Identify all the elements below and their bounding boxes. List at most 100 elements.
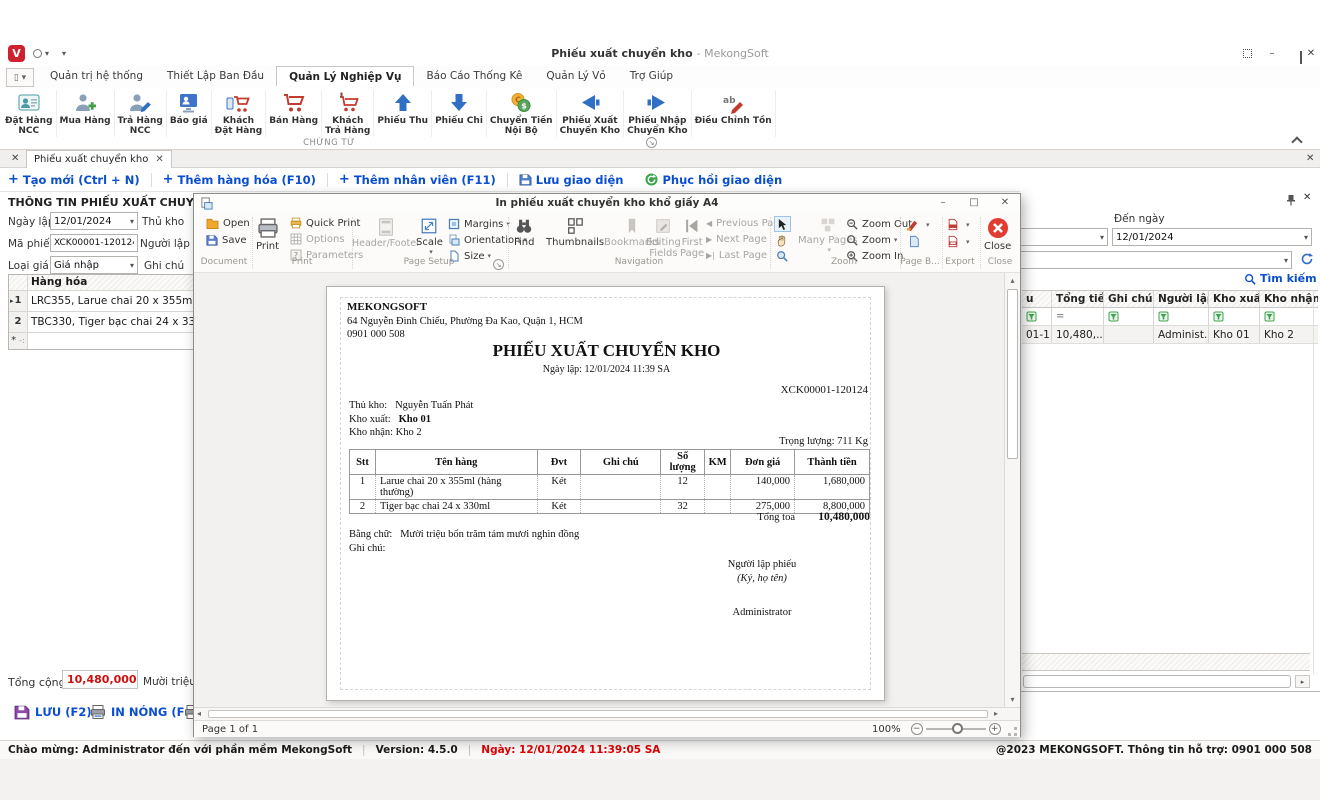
pin-icon[interactable] bbox=[1286, 194, 1296, 206]
den-ngay-combo[interactable]: 12/01/2024▾ bbox=[1112, 228, 1312, 246]
page-setup-launcher-icon[interactable]: ↘ bbox=[493, 259, 504, 270]
quick-access-dropdown-icon[interactable]: ▾ bbox=[45, 49, 49, 58]
scroll-up-icon[interactable]: ▴ bbox=[1005, 276, 1020, 285]
close-tab-icon[interactable]: ✕ bbox=[155, 154, 163, 165]
zoom-out-button[interactable]: Zoom Out bbox=[846, 218, 912, 230]
options-button[interactable]: Options bbox=[290, 233, 345, 245]
find-button[interactable]: Find bbox=[514, 217, 535, 248]
add-item-button[interactable]: +Thêm hàng hóa (F10) bbox=[163, 172, 316, 187]
results-grid-row[interactable]: 01-1... 10,480,... Administ... Kho 01 Kh… bbox=[1022, 326, 1318, 344]
vertical-scrollbar-thumb[interactable] bbox=[1007, 289, 1018, 459]
document-tab[interactable]: Phiếu xuất chuyển kho✕ bbox=[26, 150, 172, 168]
phieu-nhap-chuyen-kho-button[interactable]: Phiếu Nhập Chuyển Kho bbox=[624, 90, 692, 137]
app-menu-button[interactable]: ▯ ▾ bbox=[6, 68, 34, 87]
search-button[interactable]: Tìm kiếm bbox=[1244, 272, 1317, 285]
tab-tro-giup[interactable]: Trợ Giúp bbox=[618, 66, 685, 86]
tra-hang-ncc-button[interactable]: Trả Hàng NCC bbox=[115, 90, 167, 137]
zoom-slider-thumb[interactable] bbox=[952, 723, 963, 734]
phieu-xuat-chuyen-kho-button[interactable]: Phiếu Xuất Chuyển Kho bbox=[557, 90, 625, 137]
column-header[interactable]: Kho xuất bbox=[1209, 291, 1260, 307]
preview-vertical-scrollbar[interactable]: ▴ ▾ bbox=[1004, 273, 1020, 707]
bao-gia-button[interactable]: Báo giá bbox=[167, 90, 212, 137]
dat-hang-ncc-button[interactable]: Đặt Hàng NCC bbox=[2, 90, 57, 137]
tab-thiet-lap-ban-dau[interactable]: Thiết Lập Ban Đầu bbox=[155, 66, 276, 86]
last-page-button[interactable]: ▶| Last Page bbox=[706, 250, 767, 261]
minimize-button[interactable]: – bbox=[1261, 46, 1283, 62]
tab-quan-ly-nghiep-vu[interactable]: Quản Lý Nghiệp Vụ bbox=[276, 66, 414, 86]
collapse-ribbon-icon[interactable] bbox=[1291, 136, 1302, 147]
page-color-button[interactable] bbox=[908, 235, 924, 248]
refresh-icon[interactable] bbox=[1300, 252, 1314, 266]
hand-tool-button[interactable] bbox=[776, 234, 788, 247]
vertical-scrollbar-track[interactable] bbox=[1313, 290, 1320, 674]
khach-dat-hang-button[interactable]: Khách Đặt Hàng bbox=[212, 90, 267, 137]
dialog-title-bar[interactable]: In phiếu xuất chuyển kho khổ giấy A4 – □… bbox=[194, 194, 1020, 213]
zoom-in-icon[interactable]: + bbox=[989, 723, 1001, 735]
watermark-button[interactable]: ▾ bbox=[906, 218, 930, 231]
resize-grip[interactable] bbox=[1008, 727, 1017, 736]
column-header[interactable]: Người lập bbox=[1154, 291, 1209, 307]
export-document-button[interactable]: ▾ bbox=[947, 218, 970, 231]
ngay-lap-combo[interactable]: 12/01/2024▾ bbox=[50, 212, 138, 230]
close-all-tabs-icon[interactable]: ✕ bbox=[11, 150, 19, 168]
preview-horizontal-scrollbar[interactable]: ◂ ▸ bbox=[194, 707, 1020, 720]
dieu-chinh-ton-button[interactable]: ab Điều Chỉnh Tồn bbox=[692, 90, 776, 137]
column-header[interactable]: Tổng tiền bbox=[1052, 291, 1104, 307]
save-button[interactable]: LƯU (F2) bbox=[14, 704, 92, 720]
save-layout-button[interactable]: Lưu giao diện bbox=[519, 173, 624, 187]
zoom-out-icon[interactable]: − bbox=[911, 723, 923, 735]
ban-hang-button[interactable]: Bán Hàng bbox=[266, 90, 322, 137]
column-header[interactable]: Ghi chú bbox=[1104, 291, 1154, 307]
first-page-button[interactable]: First Page bbox=[680, 217, 704, 259]
save-button[interactable]: Save bbox=[206, 234, 247, 246]
print-button[interactable]: Print bbox=[256, 217, 279, 252]
dialog-close-button[interactable]: ✕ bbox=[993, 196, 1017, 211]
scroll-left-icon[interactable]: ◂ bbox=[197, 709, 201, 718]
add-employee-button[interactable]: +Thêm nhân viên (F11) bbox=[339, 172, 496, 187]
phieu-chi-button[interactable]: Phiếu Chi bbox=[432, 90, 487, 137]
scale-button[interactable]: Scale ▾ bbox=[416, 217, 443, 256]
magnifier-tool-button[interactable] bbox=[776, 250, 788, 262]
column-header[interactable]: Kho nhận bbox=[1260, 291, 1318, 307]
close-preview-button[interactable]: Close bbox=[984, 217, 1011, 252]
tab-bao-cao-thong-ke[interactable]: Báo Cáo Thống Kê bbox=[414, 66, 534, 86]
zoom-button[interactable]: Zoom▾ bbox=[846, 234, 897, 246]
chuyen-tien-noi-bo-button[interactable]: C$ Chuyển Tiền Nội Bộ bbox=[487, 90, 557, 137]
zoom-slider[interactable] bbox=[926, 728, 986, 730]
pointer-tool-button[interactable] bbox=[774, 216, 791, 232]
quick-access-icon[interactable] bbox=[33, 49, 42, 58]
filter-combo[interactable]: ▾ bbox=[990, 251, 1292, 269]
toolbar-dropdown-icon[interactable]: ▾ bbox=[62, 49, 66, 58]
column-header[interactable]: u bbox=[1022, 291, 1052, 307]
dialog-maximize-button[interactable]: □ bbox=[962, 196, 986, 211]
scroll-right-icon[interactable]: ▸ bbox=[1295, 675, 1310, 688]
restore-layout-button[interactable]: Phục hồi giao diện bbox=[645, 173, 782, 187]
close-button[interactable]: ✕ bbox=[1300, 46, 1320, 62]
filter-cell[interactable] bbox=[1104, 308, 1154, 325]
scroll-right-icon[interactable]: ▸ bbox=[994, 709, 998, 718]
tab-quan-tri-he-thong[interactable]: Quản trị hệ thống bbox=[38, 66, 155, 86]
group-dialog-launcher-icon[interactable]: ↘ bbox=[646, 137, 657, 148]
horizontal-scrollbar-thumb[interactable] bbox=[208, 710, 988, 718]
open-button[interactable]: Open bbox=[206, 218, 250, 229]
loai-gia-combo[interactable]: Giá nhập▾ bbox=[50, 256, 138, 274]
fit-window-icon[interactable] bbox=[1237, 46, 1259, 62]
khach-tra-hang-button[interactable]: Khách Trả Hàng bbox=[322, 90, 374, 137]
filter-cell[interactable] bbox=[1209, 308, 1260, 325]
margins-button[interactable]: Margins▾ bbox=[448, 218, 510, 230]
filter-cell[interactable] bbox=[1154, 308, 1209, 325]
filter-cell[interactable]: = bbox=[1052, 308, 1104, 325]
filter-cell[interactable] bbox=[1022, 308, 1052, 325]
quick-print-button[interactable]: Quick Print bbox=[290, 217, 360, 229]
close-panel-icon[interactable]: ✕ bbox=[1303, 192, 1311, 203]
ma-phieu-field[interactable]: XCK00001-120124 bbox=[50, 234, 138, 252]
next-page-button[interactable]: ▶ Next Page bbox=[706, 234, 767, 245]
dialog-minimize-button[interactable]: – bbox=[931, 196, 955, 211]
hot-print-button[interactable]: IN NÓNG (F4) bbox=[90, 704, 198, 720]
send-email-button[interactable]: ▾ bbox=[947, 235, 970, 248]
mua-hang-button[interactable]: Mua Hàng bbox=[57, 90, 115, 137]
header-footer-button[interactable]: Header/Footer bbox=[357, 217, 415, 249]
scroll-down-icon[interactable]: ▾ bbox=[1005, 695, 1020, 704]
new-button[interactable]: +Tạo mới (Ctrl + N) bbox=[8, 172, 140, 187]
horizontal-scrollbar-thumb[interactable] bbox=[1023, 675, 1291, 688]
